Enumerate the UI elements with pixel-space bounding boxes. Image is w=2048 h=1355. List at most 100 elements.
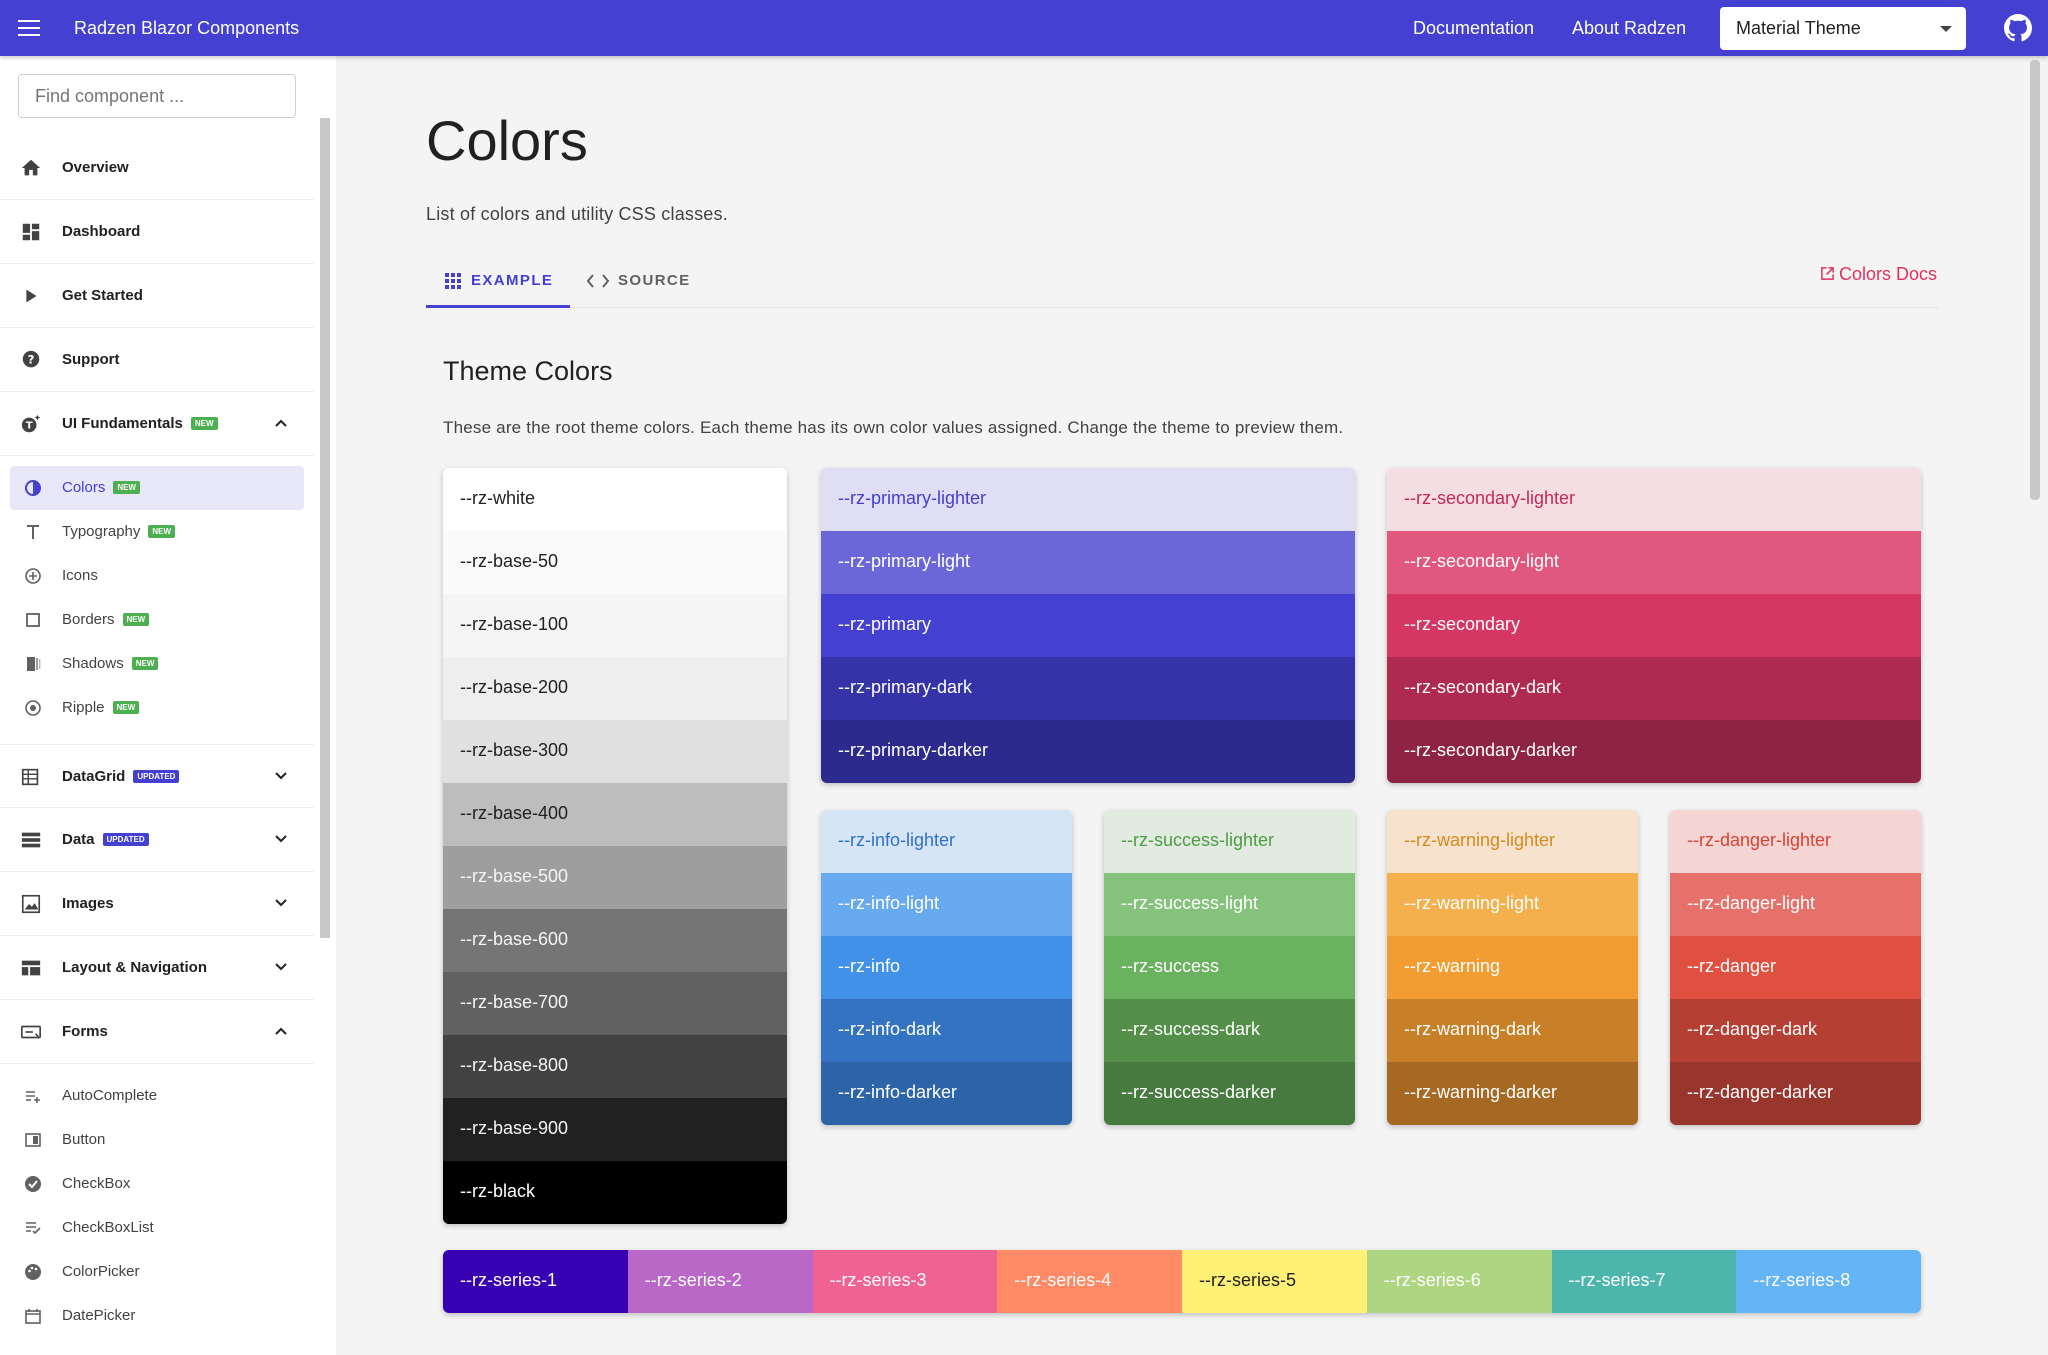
chevron-down-icon[interactable] bbox=[274, 960, 288, 974]
new-badge: NEW bbox=[113, 480, 141, 494]
svg-text:T: T bbox=[26, 421, 33, 432]
text-icon bbox=[27, 525, 39, 539]
danger-colors-card: --rz-danger-lighter --rz-danger-light --rz… bbox=[1670, 810, 1921, 1125]
color-swatch: --rz-secondary-lighter bbox=[1387, 468, 1921, 531]
sidebar-item-label: Support bbox=[62, 351, 120, 368]
home-icon bbox=[21, 159, 41, 176]
sidebar-item-colorpicker[interactable]: ColorPicker bbox=[10, 1250, 304, 1294]
section-description: These are the root theme colors. Each th… bbox=[443, 418, 1344, 437]
page-description: List of colors and utility CSS classes. bbox=[426, 204, 728, 224]
color-swatch: --rz-warning-lighter bbox=[1387, 810, 1638, 873]
color-swatch-label: --rz-base-300 bbox=[460, 740, 569, 760]
color-swatch-label: --rz-warning-dark bbox=[1404, 1019, 1542, 1039]
dropdown-caret-icon bbox=[1940, 26, 1952, 32]
color-swatch-label: --rz-info bbox=[838, 956, 900, 976]
color-swatch: --rz-danger bbox=[1670, 936, 1921, 999]
search-input[interactable] bbox=[18, 74, 296, 118]
tab-example[interactable]: EXAMPLE bbox=[426, 252, 570, 308]
keyboard-icon bbox=[21, 1025, 41, 1039]
color-swatch: --rz-danger-light bbox=[1670, 873, 1921, 936]
color-swatch-label: --rz-primary-dark bbox=[838, 677, 972, 697]
sidebar-item-data[interactable]: Data UPDATED bbox=[0, 808, 314, 872]
color-swatch: --rz-black bbox=[443, 1161, 787, 1224]
color-swatch-label: --rz-danger-lighter bbox=[1687, 830, 1832, 850]
chevron-down-icon[interactable] bbox=[274, 832, 288, 846]
sidebar-item-images[interactable]: Images bbox=[0, 872, 314, 936]
sidebar-item-label: Shadows NEW bbox=[62, 655, 159, 672]
series-swatch: --rz-series-5 bbox=[1182, 1250, 1367, 1313]
color-swatch: --rz-info-dark bbox=[821, 999, 1072, 1062]
series-swatch-label: --rz-series-5 bbox=[1199, 1270, 1296, 1290]
code-icon bbox=[586, 274, 610, 288]
sidebar-item-label: Dashboard bbox=[62, 223, 141, 240]
color-swatch: --rz-warning-dark bbox=[1387, 999, 1638, 1062]
tab-label: EXAMPLE bbox=[471, 272, 554, 289]
list-icon bbox=[21, 832, 41, 848]
color-swatch: --rz-success-lighter bbox=[1104, 810, 1355, 873]
sidebar-item-overview[interactable]: Overview bbox=[0, 136, 314, 200]
series-swatch: --rz-series-7 bbox=[1551, 1250, 1737, 1313]
sidebar-item-colors[interactable]: Colors NEW bbox=[10, 466, 304, 510]
sidebar-item-typography[interactable]: Typography NEW bbox=[10, 510, 304, 554]
color-swatch: --rz-warning-darker bbox=[1387, 1062, 1638, 1125]
color-swatch: --rz-white bbox=[443, 468, 787, 531]
main-scrollbar[interactable] bbox=[2030, 60, 2040, 500]
sidebar-item-shadows[interactable]: Shadows NEW bbox=[10, 642, 304, 686]
apps-grid-icon bbox=[445, 273, 461, 289]
sidebar-item-get-started[interactable]: Get Started bbox=[0, 264, 314, 328]
colors-docs-link[interactable]: Colors Docs bbox=[1820, 264, 1937, 285]
sidebar-item-checkboxlist[interactable]: CheckBoxList bbox=[10, 1206, 304, 1250]
color-swatch-label: --rz-secondary-darker bbox=[1404, 740, 1578, 760]
warning-colors-card: --rz-warning-lighter --rz-warning-light --… bbox=[1387, 810, 1638, 1125]
sidebar-item-label: UI Fundamentals NEW bbox=[62, 415, 218, 432]
palette-icon bbox=[25, 1264, 41, 1280]
chevron-up-icon[interactable] bbox=[274, 1024, 288, 1038]
sidebar-item-layout-navigation[interactable]: Layout & Navigation bbox=[0, 936, 314, 1000]
color-swatch-label: --rz-base-50 bbox=[460, 551, 559, 571]
sidebar-item-support[interactable]: ? Support bbox=[0, 328, 314, 392]
sidebar: Overview Dashboard Get Started ? Support… bbox=[0, 56, 336, 1355]
color-swatch: --rz-warning bbox=[1387, 936, 1638, 999]
sidebar-item-datepicker[interactable]: DatePicker bbox=[10, 1294, 304, 1338]
sidebar-item-datagrid[interactable]: DataGrid UPDATED bbox=[0, 744, 314, 808]
tab-source[interactable]: SOURCE bbox=[574, 252, 689, 308]
color-swatch-label: --rz-base-900 bbox=[460, 1118, 569, 1138]
github-icon[interactable] bbox=[2004, 14, 2032, 42]
color-swatch: --rz-danger-darker bbox=[1670, 1062, 1921, 1125]
sidebar-item-ui-fundamentals[interactable]: T UI Fundamentals NEW bbox=[0, 392, 314, 456]
about-radzen-link[interactable]: About Radzen bbox=[1572, 18, 1686, 39]
sidebar-item-autocomplete[interactable]: AutoComplete bbox=[10, 1074, 304, 1118]
sidebar-item-forms[interactable]: Forms bbox=[0, 1000, 314, 1064]
sidebar-item-borders[interactable]: Borders NEW bbox=[10, 598, 304, 642]
chevron-up-icon[interactable] bbox=[274, 416, 288, 430]
chevron-down-icon[interactable] bbox=[274, 769, 288, 783]
color-swatch: --rz-base-700 bbox=[443, 972, 787, 1035]
sidebar-item-dashboard[interactable]: Dashboard bbox=[0, 200, 314, 264]
new-badge: NEW bbox=[131, 656, 159, 670]
sidebar-item-icons[interactable]: Icons bbox=[10, 554, 304, 598]
base-colors-card: --rz-white --rz-base-50 --rz-base-100 --rz-… bbox=[443, 468, 787, 1224]
hamburger-menu-icon[interactable] bbox=[18, 20, 40, 36]
color-swatch: --rz-warning-light bbox=[1387, 873, 1638, 936]
sidebar-item-checkbox[interactable]: CheckBox bbox=[10, 1162, 304, 1206]
sidebar-item-ripple[interactable]: Ripple NEW bbox=[10, 686, 304, 730]
color-swatch: --rz-base-800 bbox=[443, 1035, 787, 1098]
sidebar-item-label: AutoComplete bbox=[62, 1087, 158, 1104]
chevron-down-icon[interactable] bbox=[274, 896, 288, 910]
theme-select[interactable]: Material Theme bbox=[1720, 7, 1966, 50]
color-swatch-label: --rz-danger-light bbox=[1687, 893, 1816, 913]
calendar-icon bbox=[25, 1309, 41, 1324]
color-swatch-label: --rz-success-light bbox=[1121, 893, 1259, 913]
color-swatch: --rz-base-900 bbox=[443, 1098, 787, 1161]
color-swatch-label: --rz-info-lighter bbox=[838, 830, 956, 850]
check-circle-icon bbox=[25, 1176, 41, 1192]
documentation-link[interactable]: Documentation bbox=[1413, 18, 1534, 39]
sidebar-item-button[interactable]: Button bbox=[10, 1118, 304, 1162]
color-swatch-label: --rz-base-200 bbox=[460, 677, 569, 697]
color-swatch: --rz-success-darker bbox=[1104, 1062, 1355, 1125]
new-badge: NEW bbox=[112, 700, 140, 714]
updated-badge: UPDATED bbox=[133, 769, 180, 783]
color-swatch: --rz-secondary-dark bbox=[1387, 657, 1921, 720]
color-swatch-label: --rz-success-lighter bbox=[1121, 830, 1275, 850]
sidebar-scrollbar[interactable] bbox=[320, 118, 330, 938]
